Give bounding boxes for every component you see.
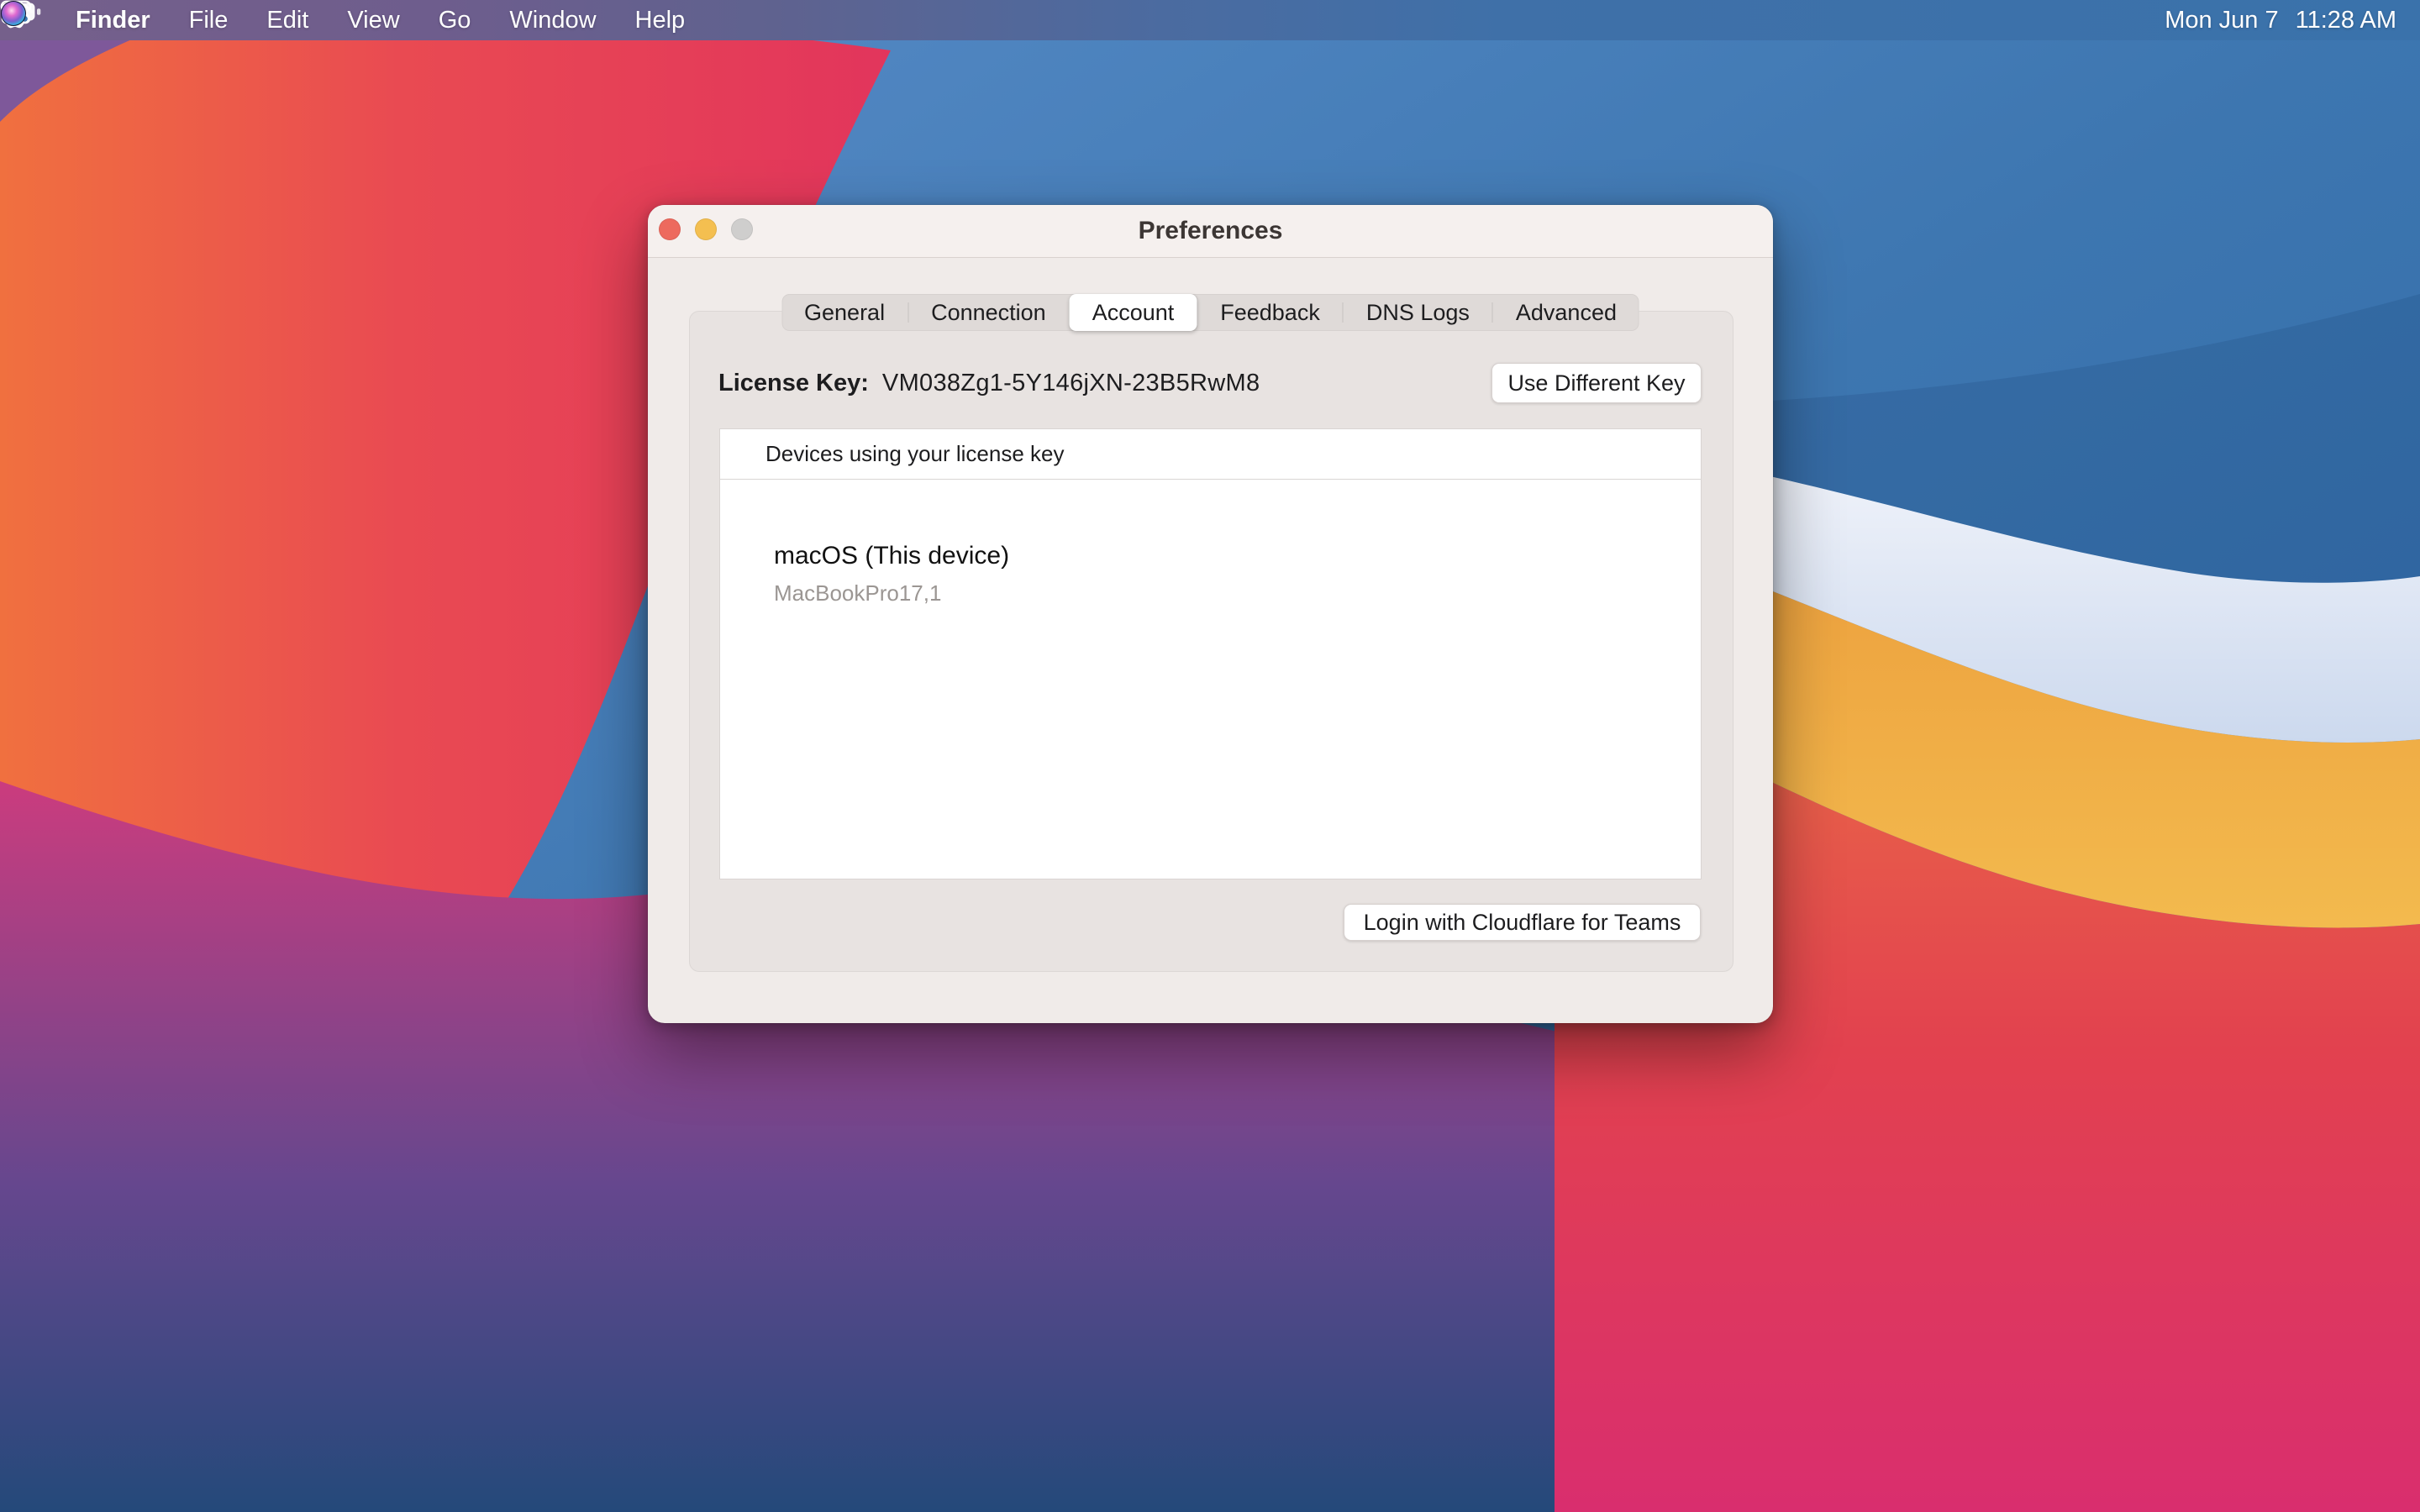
device-name: macOS (This device)	[774, 542, 1701, 570]
tab-feedback[interactable]: Feedback	[1197, 294, 1343, 331]
clock-date: Mon Jun 7	[2165, 7, 2278, 34]
use-different-key-button[interactable]: Use Different Key	[1491, 363, 1702, 403]
menu-app-name[interactable]: Finder	[76, 7, 150, 34]
preferences-tab-bar: General Connection Account Feedback DNS …	[781, 294, 1639, 331]
tab-account[interactable]: Account	[1070, 294, 1197, 331]
devices-panel-header: Devices using your license key	[720, 429, 1701, 480]
tab-advanced[interactable]: Advanced	[1493, 294, 1639, 331]
desktop-wallpaper: Finder File Edit View Go Window Help	[0, 0, 2420, 1512]
menu-window[interactable]: Window	[509, 7, 596, 34]
minimize-button[interactable]	[695, 218, 717, 240]
zoom-button-disabled	[731, 218, 753, 240]
menu-edit[interactable]: Edit	[266, 7, 308, 34]
devices-panel: Devices using your license key macOS (Th…	[719, 428, 1702, 879]
close-button[interactable]	[659, 218, 681, 240]
menu-file[interactable]: File	[189, 7, 229, 34]
login-cloudflare-teams-button[interactable]: Login with Cloudflare for Teams	[1344, 904, 1701, 941]
menu-view[interactable]: View	[347, 7, 399, 34]
menu-help[interactable]: Help	[635, 7, 686, 34]
license-key-row: License Key: VM038Zg1-5Y146jXN-23B5RwM8 …	[718, 363, 1702, 403]
tab-general[interactable]: General	[781, 294, 908, 331]
menu-bar-clock[interactable]: Mon Jun 7 11:28 AM	[2165, 7, 2396, 34]
license-key-value: VM038Zg1-5Y146jXN-23B5RwM8	[882, 370, 1260, 397]
menu-bar: Finder File Edit View Go Window Help	[0, 0, 2420, 40]
license-key-label: License Key:	[718, 370, 869, 397]
menu-go[interactable]: Go	[439, 7, 471, 34]
device-list-item[interactable]: macOS (This device) MacBookPro17,1	[720, 480, 1701, 606]
device-model: MacBookPro17,1	[774, 580, 1701, 606]
preferences-window: Preferences General Connection Account F…	[648, 205, 1773, 1023]
tab-dns-logs[interactable]: DNS Logs	[1344, 294, 1492, 331]
traffic-lights	[659, 218, 753, 240]
clock-time: 11:28 AM	[2296, 7, 2396, 34]
title-bar[interactable]: Preferences	[648, 205, 1773, 258]
tab-connection[interactable]: Connection	[908, 294, 1069, 331]
window-title: Preferences	[1139, 217, 1283, 245]
